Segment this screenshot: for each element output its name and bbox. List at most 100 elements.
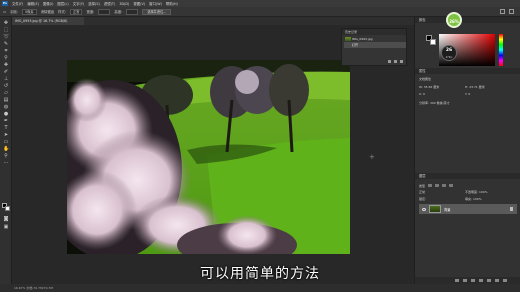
menu-bar: Ps 文件(F) 编辑(E) 图像(I) 图层(L) 文字(Y) 选择(S) 滤…	[0, 0, 520, 7]
marquee-tool-icon[interactable]: ⬚	[3, 28, 9, 33]
menu-3d[interactable]: 3D(D)	[119, 2, 129, 6]
network-speed-sub: 47K/s	[445, 56, 453, 59]
prop-x: X: 0	[419, 92, 425, 96]
menu-type[interactable]: 文字(Y)	[73, 1, 85, 6]
history-thumbnail	[345, 37, 351, 41]
filter-adjust-icon[interactable]	[435, 184, 440, 187]
history-panel: 历史记录 IMG_0993.jpg 打开	[341, 28, 407, 66]
layer-lock-label: 锁定:	[419, 197, 427, 201]
layers-filter-bar: 类型	[419, 183, 517, 188]
color-panel-tab[interactable]: 颜色	[415, 17, 520, 23]
eyedropper-tool-icon[interactable]: ⚲	[3, 56, 9, 61]
layer-blend-mode[interactable]: 正常	[419, 190, 425, 194]
document-tab-bar: IMG_0993.jpg @ 16.7% (RGB/8)	[12, 17, 414, 25]
visibility-eye-icon[interactable]	[422, 207, 426, 211]
prop-height: H: 23.71 厘米	[465, 85, 485, 89]
width-label: 宽度:	[86, 10, 95, 14]
style-select[interactable]: 正常	[70, 8, 83, 15]
trash-icon[interactable]	[400, 60, 403, 63]
menu-image[interactable]: 图像(I)	[43, 1, 53, 6]
layer-thumbnail	[429, 205, 441, 213]
menu-view[interactable]: 视图(V)	[133, 1, 145, 6]
dodge-tool-icon[interactable]: ●	[3, 112, 9, 117]
photoshop-logo: Ps	[2, 1, 8, 6]
quick-select-tool-icon[interactable]: ✎	[3, 42, 9, 47]
hue-slider[interactable]	[499, 34, 503, 66]
menu-file[interactable]: 文件(F)	[12, 1, 23, 6]
prop-y: Y: 0	[465, 92, 471, 96]
layer-opacity[interactable]: 不透明度: 100%	[465, 190, 488, 194]
more-tools-icon[interactable]: ⋯	[3, 161, 9, 166]
status-bar: 16.67% 文档:70.7M/70.7M	[0, 284, 520, 292]
zoom-tool-icon[interactable]: ⚲	[3, 154, 9, 159]
marquee-tool-icon[interactable]: ▭	[3, 10, 6, 14]
landscape-photo	[67, 60, 350, 254]
eraser-tool-icon[interactable]: ▱	[3, 91, 9, 96]
document-tab[interactable]: IMG_0993.jpg @ 16.7% (RGB/8)	[12, 17, 84, 25]
select-and-mask-button[interactable]: 选择并遮住...	[142, 8, 172, 15]
brush-tool-icon[interactable]: ✐	[3, 70, 9, 75]
network-speed-badge: 26 47K/s	[441, 45, 457, 61]
healing-brush-tool-icon[interactable]: ✚	[3, 63, 9, 68]
filter-shape-icon[interactable]	[449, 184, 454, 187]
background-color-swatch[interactable]	[5, 206, 10, 211]
progress-badge: 26%	[446, 12, 462, 28]
lasso-tool-icon[interactable]: ➰	[3, 35, 9, 40]
move-tool-icon[interactable]: ✥	[3, 21, 9, 26]
width-input[interactable]	[98, 8, 111, 15]
search-icon[interactable]	[500, 9, 505, 14]
photo-image	[67, 60, 350, 254]
layers-panel-tab[interactable]: 图层	[415, 173, 520, 179]
prop-width: W: 35.56 厘米	[419, 85, 440, 89]
menu-filter[interactable]: 滤镜(T)	[104, 1, 116, 6]
options-bar: ▭ 羽化: 0像素 消除锯齿 样式: 正常 宽度: 高度: 选择并遮住...	[0, 7, 520, 17]
camera-icon[interactable]	[394, 60, 397, 63]
crop-tool-icon[interactable]: ⌗	[3, 49, 9, 54]
quick-mask-icon[interactable]: ◙	[3, 217, 9, 222]
properties-title: 文档属性	[419, 77, 432, 81]
history-panel-title: 历史记录	[342, 29, 406, 35]
prop-resolution: 分辨率: 300 像素/英寸	[419, 101, 450, 105]
menu-select[interactable]: 选择(S)	[88, 1, 100, 6]
pen-tool-icon[interactable]: ✒	[3, 119, 9, 124]
history-step-item[interactable]: 打开	[344, 42, 406, 48]
history-source-label: IMG_0993.jpg	[352, 37, 373, 41]
layer-kind-select[interactable]: 类型	[419, 184, 425, 188]
network-speed-value: 26	[445, 48, 453, 53]
path-select-tool-icon[interactable]: ➤	[3, 133, 9, 138]
clone-stamp-tool-icon[interactable]: ⊥	[3, 77, 9, 82]
hand-tool-icon[interactable]: ✋	[3, 147, 9, 152]
layer-fill[interactable]: 填充: 100%	[465, 197, 482, 201]
video-subtitle: 可以用简单的方法	[200, 266, 320, 282]
right-panel-dock: 颜色 属性 文档属性 W: 35.56 厘米 H: 23.71 厘米 X: 0 …	[414, 17, 520, 284]
type-tool-icon[interactable]: T	[3, 126, 9, 131]
menu-help[interactable]: 帮助(H)	[166, 1, 178, 6]
screen-mode-icon[interactable]: ▣	[3, 225, 9, 230]
new-document-icon[interactable]	[388, 60, 391, 63]
lock-icon	[510, 207, 513, 211]
feather-input[interactable]: 0像素	[22, 8, 37, 15]
history-step-label: 打开	[352, 43, 359, 47]
gradient-tool-icon[interactable]: ▤	[3, 98, 9, 103]
color-picker	[423, 26, 503, 66]
menu-layer[interactable]: 图层(L)	[57, 1, 68, 6]
style-label: 样式:	[58, 10, 67, 14]
workspace-icon[interactable]	[509, 9, 514, 14]
layer-name: 背景	[444, 207, 451, 212]
color-background-swatch[interactable]	[430, 39, 436, 45]
height-label: 高度:	[114, 10, 123, 14]
antialias-checkbox[interactable]: 消除锯齿	[41, 9, 55, 14]
menu-window[interactable]: 窗口(W)	[149, 1, 162, 6]
filter-pixel-icon[interactable]	[428, 184, 433, 187]
height-input[interactable]	[126, 8, 139, 15]
blur-tool-icon[interactable]: ◍	[3, 105, 9, 110]
history-actions	[388, 60, 403, 63]
history-brush-tool-icon[interactable]: ↺	[3, 84, 9, 89]
menu-edit[interactable]: 编辑(E)	[27, 1, 39, 6]
crosshair-cursor-icon: +	[369, 153, 375, 161]
properties-panel-tab[interactable]: 属性	[415, 68, 520, 74]
tools-panel: ✥ ⬚ ➰ ✎ ⌗ ⚲ ✚ ✐ ⊥ ↺ ▱ ▤ ◍ ● ✒ T ➤ ▭ ✋ ⚲ …	[0, 17, 12, 284]
filter-type-icon[interactable]	[442, 184, 447, 187]
layer-row-background[interactable]: 背景	[419, 204, 517, 214]
shape-tool-icon[interactable]: ▭	[3, 140, 9, 145]
